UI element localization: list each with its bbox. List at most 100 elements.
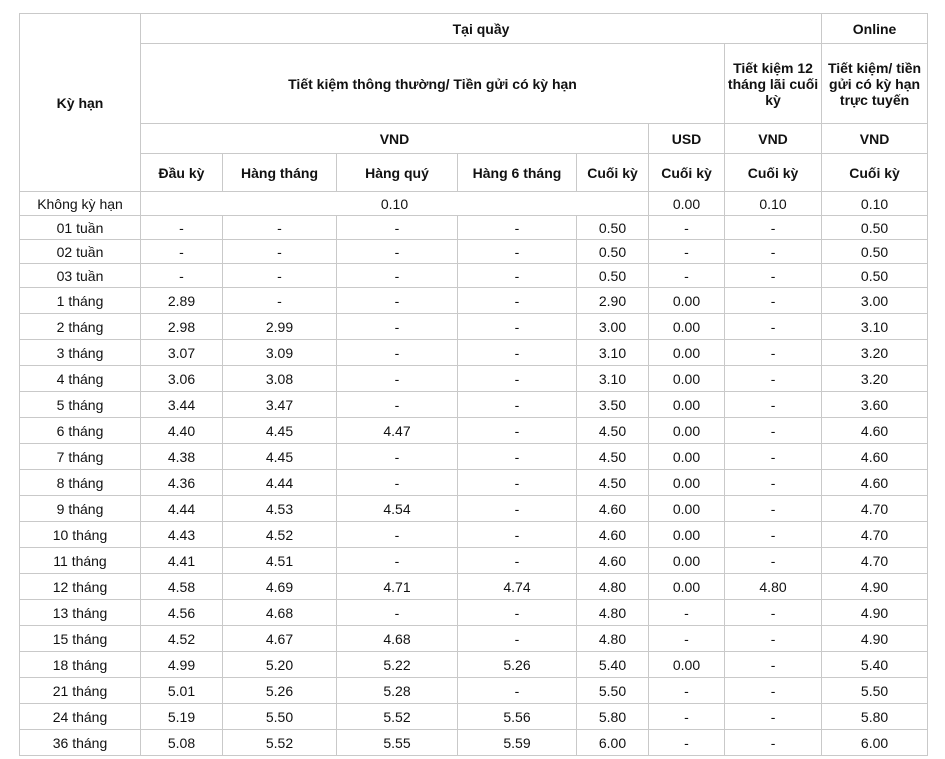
term-cell: 15 tháng [19, 625, 141, 652]
savings-12m-cell: - [723, 365, 823, 392]
online-cell: 4.70 [821, 495, 929, 522]
online-cell: 0.50 [821, 215, 929, 240]
hang-6-thang-cell: - [457, 263, 577, 288]
term-cell: 36 tháng [19, 729, 141, 756]
hang-6-thang-cell: - [457, 417, 577, 444]
hang-6-thang-cell: 4.74 [457, 573, 577, 600]
cuoi-ky-cell: 4.60 [576, 495, 649, 522]
col-online-cuoi-ky: Cuối kỳ [821, 153, 929, 192]
online-cell: 6.00 [821, 729, 929, 756]
cuoi-ky-cell: 4.50 [576, 417, 649, 444]
dau-ky-cell: 4.58 [140, 573, 223, 600]
term-cell: 21 tháng [19, 677, 141, 704]
hang-quy-cell: - [336, 287, 458, 314]
hang-thang-cell: 4.53 [222, 495, 337, 522]
usd-cell: - [648, 599, 725, 626]
savings-12m-cell: - [723, 599, 823, 626]
hang-6-thang-cell: - [457, 313, 577, 340]
term-cell: 8 tháng [19, 469, 141, 496]
dau-ky-cell: 3.44 [140, 391, 223, 418]
table-row: 02 tuần - - - -0.50- -0.50 [19, 239, 929, 264]
table-row: 03 tuần - - - -0.50- -0.50 [19, 263, 929, 288]
online-cell: 5.40 [821, 651, 929, 678]
savings-12m-cell: - [723, 547, 823, 574]
table-row-no-term: Không kỳ hạn 0.10 0.00 0.10 0.10 [19, 191, 929, 216]
savings-12m-cell: 0.10 [723, 191, 823, 216]
savings-12m-cell: - [723, 677, 823, 704]
usd-cell: 0.00 [648, 495, 725, 522]
hang-6-thang-cell: 5.56 [457, 703, 577, 730]
hang-quy-cell: - [336, 599, 458, 626]
usd-cell: - [648, 625, 725, 652]
hang-thang-cell: 4.69 [222, 573, 337, 600]
online-cell: 0.50 [821, 239, 929, 264]
col-hang-thang: Hàng tháng [222, 153, 337, 192]
dau-ky-cell: 2.98 [140, 313, 223, 340]
savings-12m-cell: - [723, 651, 823, 678]
hang-quy-cell: 5.28 [336, 677, 458, 704]
dau-ky-cell: 4.43 [140, 521, 223, 548]
hang-quy-cell: - [336, 215, 458, 240]
hang-quy-cell: - [336, 391, 458, 418]
dau-ky-cell: - [140, 239, 223, 264]
online-cell: 4.60 [821, 469, 929, 496]
table-row: 5 tháng 3.44 3.47- -3.50 0.00-3.60 [19, 391, 929, 418]
hang-thang-cell: 5.50 [222, 703, 337, 730]
cuoi-ky-cell: 3.10 [576, 339, 649, 366]
hang-thang-cell: 3.47 [222, 391, 337, 418]
savings-12m-cell: - [723, 313, 823, 340]
cuoi-ky-cell: 4.80 [576, 573, 649, 600]
dau-ky-cell: 3.06 [140, 365, 223, 392]
table-row: 9 tháng 4.44 4.53 4.54-4.60 0.00-4.70 [19, 495, 929, 522]
hang-quy-cell: 5.52 [336, 703, 458, 730]
cuoi-ky-cell: 3.10 [576, 365, 649, 392]
hang-6-thang-cell: - [457, 599, 577, 626]
savings-12m-cell: - [723, 521, 823, 548]
cuoi-ky-cell: 6.00 [576, 729, 649, 756]
usd-cell: 0.00 [648, 339, 725, 366]
online-cell: 4.60 [821, 443, 929, 470]
dau-ky-cell: 5.19 [140, 703, 223, 730]
table-header: Kỳ hạn Tại quầy Online Tiết kiệm thông t… [19, 13, 929, 192]
hang-thang-cell: 5.52 [222, 729, 337, 756]
col-hang-6-thang: Hàng 6 tháng [457, 153, 577, 192]
hang-6-thang-cell: - [457, 365, 577, 392]
hang-quy-cell: 5.22 [336, 651, 458, 678]
hang-6-thang-cell: - [457, 625, 577, 652]
usd-cell: - [648, 677, 725, 704]
col-cuoi-ky: Cuối kỳ [576, 153, 649, 192]
online-vnd-header: VND [821, 123, 929, 154]
cuoi-ky-cell: 0.50 [576, 263, 649, 288]
term-cell: 4 tháng [19, 365, 141, 392]
table-row: 6 tháng 4.40 4.45 4.47-4.50 0.00-4.60 [19, 417, 929, 444]
cuoi-ky-cell: 4.50 [576, 469, 649, 496]
hang-thang-cell: 4.45 [222, 443, 337, 470]
savings-12m-cell: - [723, 417, 823, 444]
hang-thang-cell: 4.68 [222, 599, 337, 626]
hang-6-thang-cell: - [457, 391, 577, 418]
usd-cell: 0.00 [648, 391, 725, 418]
table-row: 1 tháng 2.89- - -2.90 0.00-3.00 [19, 287, 929, 314]
hang-6-thang-cell: - [457, 443, 577, 470]
hang-quy-cell: 4.47 [336, 417, 458, 444]
term-cell: 12 tháng [19, 573, 141, 600]
term-cell: 13 tháng [19, 599, 141, 626]
hang-thang-cell: 3.08 [222, 365, 337, 392]
term-cell: 6 tháng [19, 417, 141, 444]
table-row: 21 tháng 5.01 5.26 5.28-5.50- -5.50 [19, 677, 929, 704]
dau-ky-cell: 4.44 [140, 495, 223, 522]
dau-ky-cell: 4.52 [140, 625, 223, 652]
term-cell: 10 tháng [19, 521, 141, 548]
hang-6-thang-cell: - [457, 495, 577, 522]
online-header: Online [821, 13, 929, 44]
online-cell: 3.10 [821, 313, 929, 340]
hang-6-thang-cell: - [457, 215, 577, 240]
vnd-merged-cell: 0.10 [140, 191, 649, 216]
term-cell: 1 tháng [19, 287, 141, 314]
hang-thang-cell: 4.45 [222, 417, 337, 444]
term-cell: 9 tháng [19, 495, 141, 522]
regular-savings-header: Tiết kiệm thông thường/ Tiền gửi có kỳ h… [140, 43, 725, 124]
usd-cell: - [648, 729, 725, 756]
hang-thang-cell: 4.52 [222, 521, 337, 548]
usd-cell: 0.00 [648, 443, 725, 470]
